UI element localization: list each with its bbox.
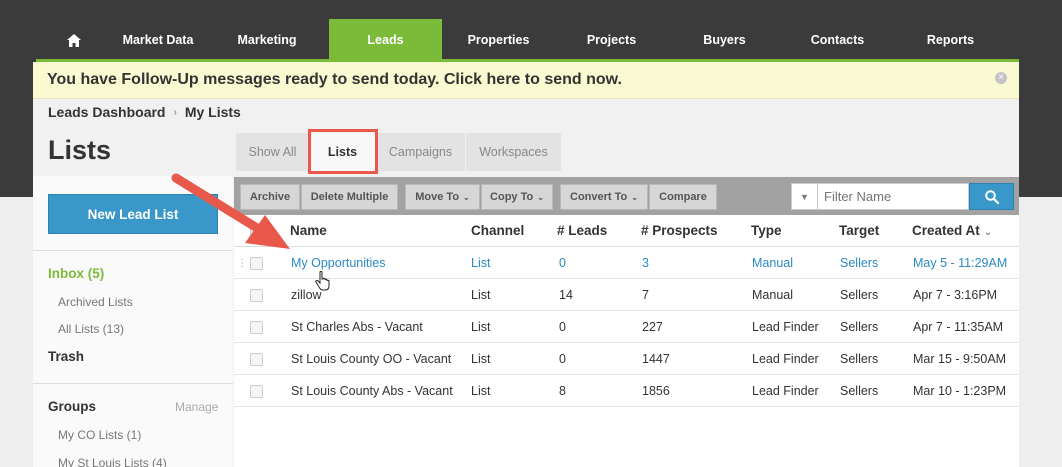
annotation-arrow-icon — [171, 173, 290, 249]
hand-cursor-icon — [315, 271, 330, 291]
